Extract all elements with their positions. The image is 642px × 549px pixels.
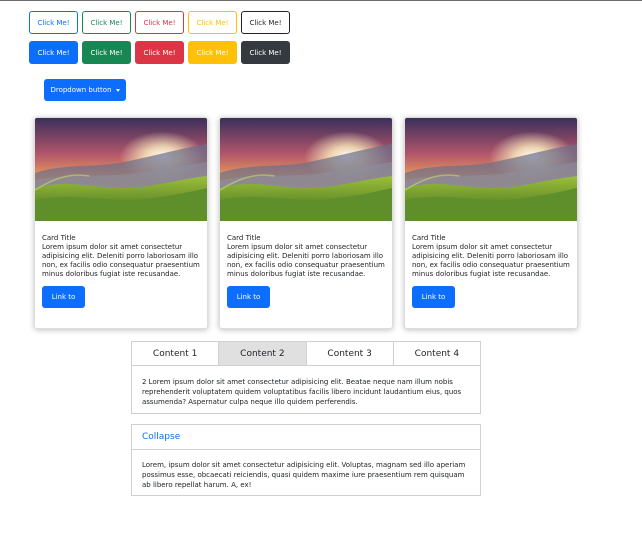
card-title: Card Title	[412, 234, 446, 242]
collapse-panel: Collapse Lorem, ipsum dolor sit amet con…	[131, 424, 481, 496]
dropdown-button-label: Dropdown button	[50, 86, 112, 94]
tabs-panel: Content 1 Content 2 Content 3 Content 4 2 L…	[131, 341, 481, 414]
solid-button-3[interactable]: Click Me!	[135, 41, 184, 64]
outline-button-4[interactable]: Click Me!	[188, 11, 237, 34]
collapse-body: Lorem, ipsum dolor sit amet consectetur …	[142, 461, 466, 489]
card-text: Lorem ipsum dolor sit amet consectetur a…	[412, 243, 570, 278]
caret-down-icon	[115, 88, 120, 92]
card-link-button[interactable]: Link to	[227, 286, 270, 308]
solid-button-row: Click Me! Click Me! Click Me! Click Me! Clic…	[29, 41, 290, 64]
tab-content-2[interactable]: Content 2	[219, 342, 307, 365]
card-image	[35, 118, 207, 221]
solid-button-2[interactable]: Click Me!	[82, 41, 131, 64]
solid-button-5[interactable]: Click Me!	[241, 41, 290, 64]
card-link-button[interactable]: Link to	[412, 286, 455, 308]
outline-button-1[interactable]: Click Me!	[29, 11, 78, 34]
card-image	[405, 118, 577, 221]
card-text: Lorem ipsum dolor sit amet consectetur a…	[42, 243, 200, 278]
outline-button-3[interactable]: Click Me!	[135, 11, 184, 34]
card-image	[220, 118, 392, 221]
card-2: Card Title Lorem ipsum dolor sit amet co…	[219, 117, 393, 329]
card-link-button[interactable]: Link to	[42, 286, 85, 308]
card-title: Card Title	[42, 234, 76, 242]
tab-content-1[interactable]: Content 1	[132, 342, 220, 365]
card-1: Card Title Lorem ipsum dolor sit amet co…	[34, 117, 208, 329]
card-title: Card Title	[227, 234, 261, 242]
tab-bar: Content 1 Content 2 Content 3 Content 4	[132, 342, 480, 366]
outline-button-row: Click Me! Click Me! Click Me! Click Me! Clic…	[29, 11, 290, 34]
solid-button-1[interactable]: Click Me!	[29, 41, 78, 64]
tab-content-3[interactable]: Content 3	[307, 342, 394, 365]
tab-content-4[interactable]: Content 4	[394, 342, 480, 365]
tab-content: 2 Lorem ipsum dolor sit amet consectetur…	[142, 378, 462, 406]
card-text: Lorem ipsum dolor sit amet consectetur a…	[227, 243, 385, 278]
solid-button-4[interactable]: Click Me!	[188, 41, 237, 64]
outline-button-5[interactable]: Click Me!	[241, 11, 290, 34]
collapse-header[interactable]: Collapse	[132, 425, 480, 450]
card-3: Card Title Lorem ipsum dolor sit amet co…	[404, 117, 578, 329]
outline-button-2[interactable]: Click Me!	[82, 11, 131, 34]
dropdown-button[interactable]: Dropdown button	[44, 79, 126, 101]
